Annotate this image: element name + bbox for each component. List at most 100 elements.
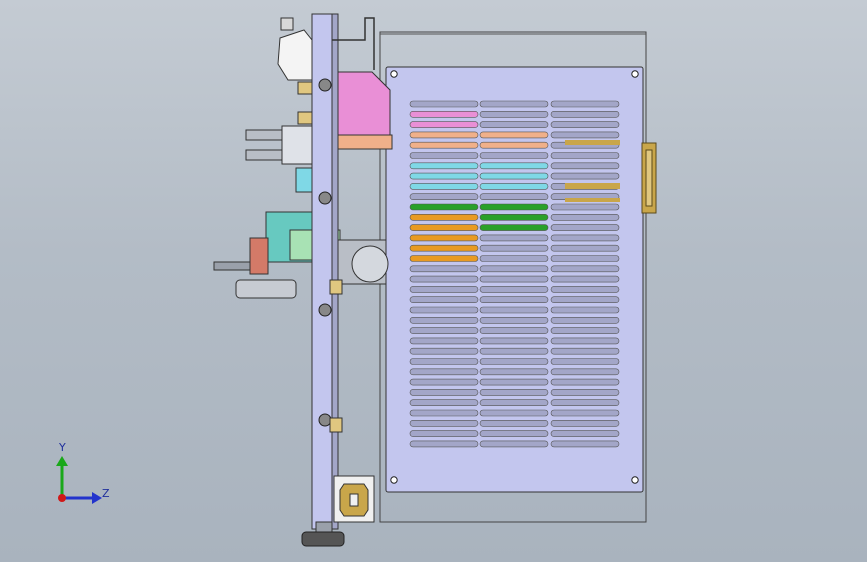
y-axis-arrow: [56, 456, 68, 466]
vent-slot: [550, 275, 620, 283]
vent-slot: [409, 399, 479, 407]
vent-slot: [479, 409, 549, 417]
x-axis-origin: [58, 494, 66, 502]
vent-slot: [479, 306, 549, 314]
salmon-block: [331, 134, 393, 150]
right-handle-bracket[interactable]: [641, 142, 657, 214]
vent-slot: [409, 121, 479, 128]
aluminum-extrusion[interactable]: [333, 475, 375, 523]
vent-slot: [550, 327, 620, 334]
motor-flange: [351, 245, 389, 283]
vent-slot: [550, 162, 620, 170]
plate-bolt-2: [318, 191, 332, 205]
vent-slot: [550, 121, 620, 128]
vent-slot: [409, 203, 479, 211]
vent-slot: [550, 100, 620, 108]
panel-screw-top-right: [631, 70, 639, 78]
vent-slot: [479, 316, 549, 324]
vent-slot: [409, 368, 479, 376]
vent-slot: [409, 286, 479, 293]
vent-slot: [409, 265, 479, 273]
vent-slot: [479, 172, 549, 180]
vent-slot: [479, 131, 549, 139]
vent-slot: [479, 183, 549, 190]
vent-slot: [479, 389, 549, 396]
vent-slot: [479, 214, 549, 221]
vent-slot: [550, 389, 620, 396]
vent-slot: [479, 368, 549, 376]
vent-slot: [550, 172, 620, 180]
vent-slot: [409, 100, 479, 108]
vent-slot: [409, 193, 479, 200]
vent-slot: [409, 172, 479, 180]
vent-slot: [409, 316, 479, 324]
vent-slot: [409, 337, 479, 345]
vent-slot: [409, 255, 479, 262]
vent-slot: [479, 100, 549, 108]
top-clamp-assembly[interactable]: [277, 17, 313, 95]
vent-slot: [550, 430, 620, 437]
vent-slot: [550, 244, 620, 252]
vent-slot: [479, 162, 549, 170]
vent-slot: [409, 389, 479, 396]
vent-slot: [409, 131, 479, 139]
vent-slot: [409, 234, 479, 242]
vent-slot: [550, 368, 620, 376]
vent-slot: [550, 296, 620, 304]
vent-slot: [409, 224, 479, 231]
vent-slot: [479, 234, 549, 242]
triad-y-label: Y: [59, 441, 66, 454]
vent-slot: [479, 419, 549, 427]
vent-slot: [550, 306, 620, 314]
vent-slot: [479, 399, 549, 407]
vent-slot: [479, 193, 549, 200]
vent-slot: [550, 214, 620, 221]
plate-bolt-1: [318, 78, 332, 92]
z-axis-arrow: [92, 492, 102, 504]
vent-slot: [550, 337, 620, 345]
vent-slot: [479, 224, 549, 231]
vent-slot: [550, 131, 620, 139]
vent-slot: [479, 244, 549, 252]
vent-slot: [550, 440, 620, 448]
vent-slot: [409, 275, 479, 283]
cad-viewport[interactable]: Y Z: [0, 0, 867, 562]
vent-slot: [409, 440, 479, 448]
vent-slot: [550, 152, 620, 159]
vent-slot: [479, 275, 549, 283]
vent-slot: [409, 327, 479, 334]
vent-slot: [479, 296, 549, 304]
vent-slot: [479, 440, 549, 448]
vent-slot: [409, 162, 479, 170]
vent-slot: [479, 141, 549, 149]
vent-slot: [409, 296, 479, 304]
vent-slot: [550, 316, 620, 324]
vent-slot: [409, 214, 479, 221]
vent-slot: [409, 306, 479, 314]
vent-slot: [550, 409, 620, 417]
plate-bolt-3: [318, 303, 332, 317]
vent-slot: [550, 419, 620, 427]
vent-slot: [409, 419, 479, 427]
vent-slot: [479, 203, 549, 211]
vent-slot: [550, 399, 620, 407]
vent-slot: [550, 347, 620, 355]
triad-z-label: Z: [102, 487, 110, 500]
vent-slot: [409, 378, 479, 386]
orientation-triad: [56, 456, 102, 504]
vent-slot: [479, 121, 549, 128]
panel-screw-bottom-right: [631, 476, 639, 484]
vent-slot: [409, 347, 479, 355]
pneumatic-fittings[interactable]: [245, 125, 313, 165]
vent-slot: [550, 358, 620, 365]
plate-bolt-4: [318, 413, 332, 427]
panel-screw-bottom-left: [390, 476, 398, 484]
gold-bar-1: [565, 140, 620, 145]
vent-slot: [479, 347, 549, 355]
vent-slot: [479, 286, 549, 293]
vent-slot: [409, 183, 479, 190]
assembly-side-view[interactable]: [0, 0, 867, 562]
vent-slot: [550, 224, 620, 231]
mounting-plate[interactable]: [311, 13, 339, 530]
vent-slot: [479, 265, 549, 273]
